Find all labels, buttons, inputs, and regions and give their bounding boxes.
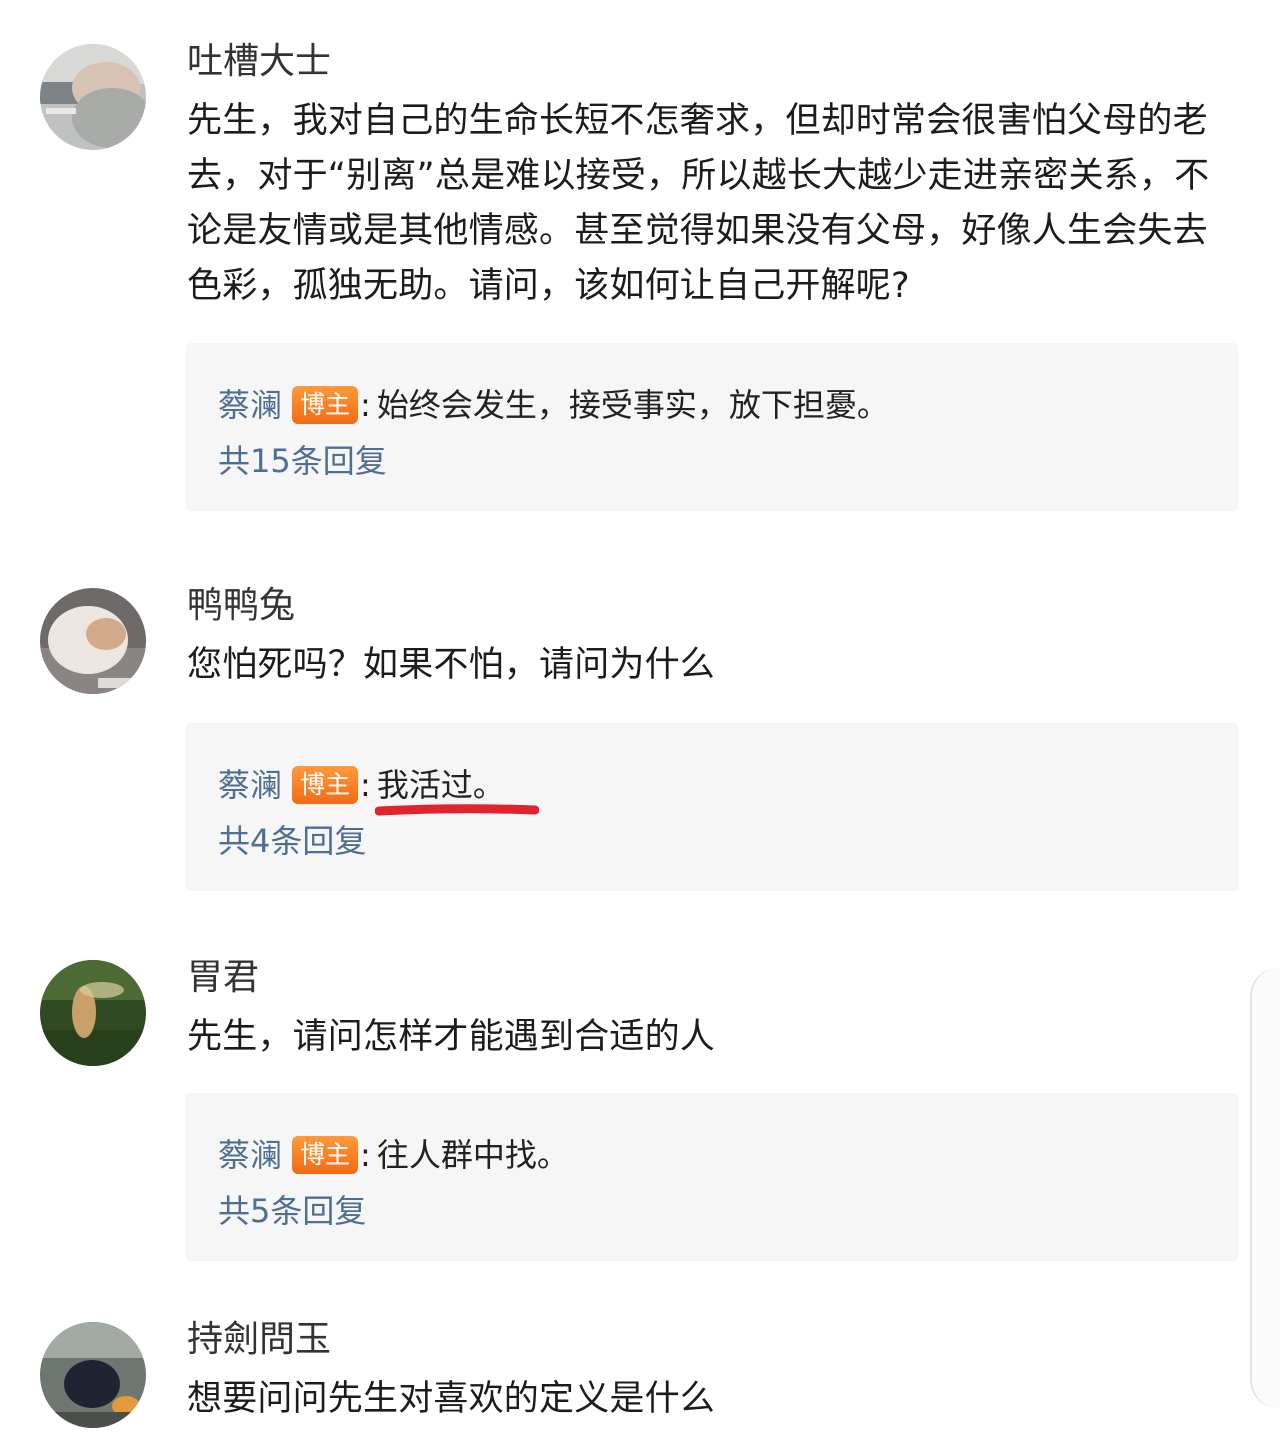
reply-text-content: 我活过。 — [376, 766, 505, 804]
comment-text: 您怕死吗？如果不怕，请问为什么 — [187, 645, 716, 685]
author-badge: 博主 — [292, 766, 359, 804]
comment-username[interactable]: 持劍問玉 — [187, 1318, 331, 1362]
comment-username[interactable]: 鸭鸭兔 — [187, 584, 295, 628]
reply-author[interactable]: 蔡澜 — [218, 761, 282, 809]
reply-colon: : — [360, 386, 371, 424]
reply-author[interactable]: 蔡澜 — [218, 381, 282, 429]
comment-username[interactable]: 胃君 — [187, 956, 259, 1000]
avatar[interactable] — [40, 44, 146, 150]
reply-line: 蔡澜 博主 : 始终会发生，接受事实，放下担憂。 — [218, 381, 889, 429]
reply-box[interactable]: 蔡澜 博主 : 往人群中找。 共5条回复 — [186, 1093, 1238, 1261]
reply-line: 蔡澜 博主 : 我活过。 — [218, 761, 539, 816]
reply-colon: : — [360, 766, 371, 804]
reply-count-link[interactable]: 共15条回复 — [218, 439, 387, 483]
avatar[interactable] — [40, 1322, 146, 1428]
comment-text: 想要问问先生对喜欢的定义是什么 — [187, 1379, 716, 1419]
comment-text: 先生，请问怎样才能遇到合适的人 — [187, 1017, 716, 1057]
reply-author[interactable]: 蔡澜 — [218, 1131, 282, 1179]
side-panel-edge[interactable] — [1250, 968, 1280, 1408]
reply-count-link[interactable]: 共5条回复 — [218, 1189, 366, 1233]
author-badge: 博主 — [292, 386, 359, 424]
reply-text: 往人群中找。 — [376, 1136, 569, 1174]
comment-username[interactable]: 吐槽大士 — [187, 40, 331, 84]
reply-text: 我活过。 — [374, 761, 539, 816]
reply-text: 始终会发生，接受事实，放下担憂。 — [376, 386, 889, 424]
comment-text: 先生，我对自己的生命长短不怎奢求，但却时常会很害怕父母的老去，对于“别离”总是难… — [187, 101, 1210, 306]
avatar[interactable] — [40, 960, 146, 1066]
reply-box[interactable]: 蔡澜 博主 : 我活过。 共4条回复 — [186, 723, 1238, 891]
reply-box[interactable]: 蔡澜 博主 : 始终会发生，接受事实，放下担憂。 共15条回复 — [186, 343, 1238, 511]
reply-line: 蔡澜 博主 : 往人群中找。 — [218, 1131, 569, 1179]
avatar[interactable] — [40, 588, 146, 694]
red-underline-mark — [374, 804, 539, 816]
author-badge: 博主 — [292, 1136, 359, 1174]
reply-count-link[interactable]: 共4条回复 — [218, 819, 366, 863]
reply-colon: : — [360, 1136, 371, 1174]
